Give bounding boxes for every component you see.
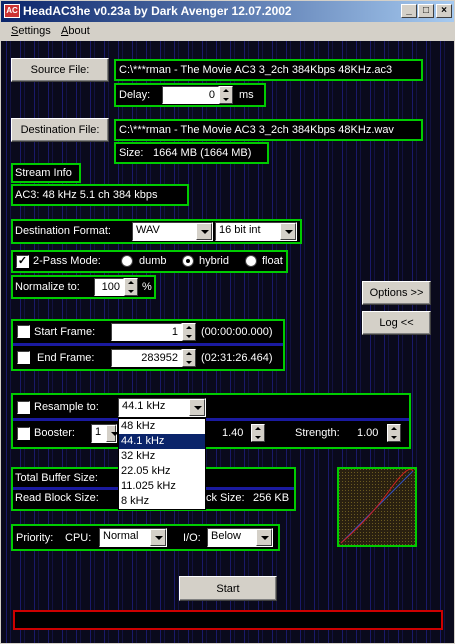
two-pass-label: 2-Pass Mode: <box>33 255 101 267</box>
delay-spinner[interactable] <box>219 86 233 104</box>
resample-option[interactable]: 48 kHz <box>119 419 205 434</box>
normalize-input[interactable]: 100 <box>94 278 124 296</box>
menu-settings[interactable]: Settings <box>11 25 51 37</box>
source-file-button[interactable]: Source File: <box>11 58 109 82</box>
stream-info-header: Stream Info <box>15 167 72 179</box>
menu-about[interactable]: About <box>61 25 90 37</box>
delay-unit: ms <box>239 89 254 101</box>
destination-path: C:\***rman - The Movie AC3 3_2ch 384Kbps… <box>119 124 394 136</box>
io-priority-value: Below <box>211 530 241 542</box>
app-icon: AC <box>4 4 20 18</box>
close-button[interactable]: × <box>436 4 452 18</box>
chevron-down-icon[interactable] <box>280 223 296 240</box>
format-type-select[interactable]: WAV <box>132 222 213 241</box>
format-label: Destination Format: <box>15 225 111 237</box>
booster-label: Booster: <box>34 427 75 439</box>
source-path: C:\***rman - The Movie AC3 3_2ch 384Kbps… <box>119 64 393 76</box>
booster-checkbox[interactable] <box>17 427 30 440</box>
cpu-label: CPU: <box>65 532 92 544</box>
resample-select[interactable]: 44.1 kHz <box>118 398 206 417</box>
delay-input[interactable]: 0 <box>162 86 219 104</box>
strength-spinner[interactable] <box>387 424 401 442</box>
format-bits-select[interactable]: 16 bit int <box>215 222 297 241</box>
chevron-down-icon[interactable] <box>106 425 119 442</box>
end-frame-input[interactable]: 283952 <box>111 349 182 367</box>
booster-gain-value: 1.40 <box>222 427 244 439</box>
read-block-label: Read Block Size: <box>15 492 99 504</box>
normalize-spinner[interactable] <box>124 278 138 296</box>
title-bar[interactable]: AC HeadAC3he v0.23a by Dark Avenger 12.0… <box>1 1 454 22</box>
size-value: 1664 MB (1664 MB) <box>153 147 252 159</box>
resample-checkbox[interactable] <box>17 401 30 414</box>
write-block-value: 256 KB <box>253 492 290 504</box>
end-frame-label: End Frame: <box>37 352 95 364</box>
strength-value: 1.00 <box>357 427 379 439</box>
resample-divider <box>13 418 409 421</box>
radio-float[interactable] <box>245 255 257 267</box>
resample-option[interactable]: 8 kHz <box>119 494 205 509</box>
cpu-priority-value: Normal <box>103 530 139 542</box>
resample-value: 44.1 kHz <box>122 400 166 412</box>
resample-label: Resample to: <box>34 401 99 413</box>
destination-file-button[interactable]: Destination File: <box>11 118 109 142</box>
start-frame-input[interactable]: 1 <box>111 323 182 341</box>
format-bits-value: 16 bit int <box>219 224 261 236</box>
radio-float-label: float <box>262 255 283 267</box>
gain-curve-graph <box>337 467 417 547</box>
chevron-down-icon[interactable] <box>189 399 205 416</box>
start-frame-checkbox[interactable] <box>17 325 30 338</box>
normalize-unit: % <box>142 281 152 293</box>
cpu-priority-select[interactable]: Normal <box>99 528 167 547</box>
resample-option-selected[interactable]: 44.1 kHz <box>119 434 205 449</box>
two-pass-checkbox[interactable]: ✓ <box>16 255 29 268</box>
size-label: Size: <box>119 147 144 159</box>
chevron-down-icon[interactable] <box>256 529 272 546</box>
log-button[interactable]: Log << <box>362 311 431 335</box>
format-type-value: WAV <box>136 224 160 236</box>
io-priority-select[interactable]: Below <box>207 528 273 547</box>
resample-option[interactable]: 22.05 kHz <box>119 464 205 479</box>
resample-option[interactable]: 11.025 kHz <box>119 479 205 494</box>
app-window: AC HeadAC3he v0.23a by Dark Avenger 12.0… <box>0 0 455 644</box>
chevron-down-icon[interactable] <box>196 223 212 240</box>
normalize-label: Normalize to: <box>15 281 80 293</box>
start-button[interactable]: Start <box>179 576 277 601</box>
strength-label: Strength: <box>295 427 340 439</box>
resample-option[interactable]: 32 kHz <box>119 449 205 464</box>
total-buffer-label: Total Buffer Size: <box>15 472 98 484</box>
gain-curve-svg <box>339 469 415 545</box>
maximize-button[interactable]: □ <box>418 4 434 18</box>
write-block-label: ck Size: <box>206 492 245 504</box>
start-frame-time: (00:00:00.000) <box>201 326 273 338</box>
booster-value: 1 <box>95 426 102 438</box>
resample-dropdown-list[interactable]: 48 kHz 44.1 kHz 32 kHz 22.05 kHz 11.025 … <box>118 418 206 510</box>
progress-bar <box>13 610 443 630</box>
window-title: HeadAC3he v0.23a by Dark Avenger 12.07.2… <box>23 4 292 18</box>
options-button[interactable]: Options >> <box>362 281 431 305</box>
menu-bar: Settings About <box>1 22 454 41</box>
delay-label: Delay: <box>119 89 151 101</box>
stream-info-text: AC3: 48 kHz 5.1 ch 384 kbps <box>15 189 158 201</box>
start-frame-spinner[interactable] <box>182 323 196 341</box>
booster-gain-spinner[interactable] <box>251 424 265 442</box>
end-frame-time: (02:31:26.464) <box>201 352 273 364</box>
frames-divider <box>13 343 283 346</box>
priority-label: Priority: <box>16 532 54 544</box>
radio-hybrid-label: hybrid <box>199 255 229 267</box>
radio-dumb-label: dumb <box>139 255 167 267</box>
end-frame-spinner[interactable] <box>182 349 196 367</box>
chevron-down-icon[interactable] <box>150 529 166 546</box>
end-frame-checkbox[interactable] <box>17 351 30 364</box>
radio-dumb[interactable] <box>121 255 133 267</box>
minimize-button[interactable]: _ <box>401 4 417 18</box>
io-label: I/O: <box>183 532 201 544</box>
booster-select[interactable]: 1 <box>91 424 119 443</box>
start-frame-label: Start Frame: <box>34 326 96 338</box>
radio-hybrid[interactable] <box>182 255 194 267</box>
